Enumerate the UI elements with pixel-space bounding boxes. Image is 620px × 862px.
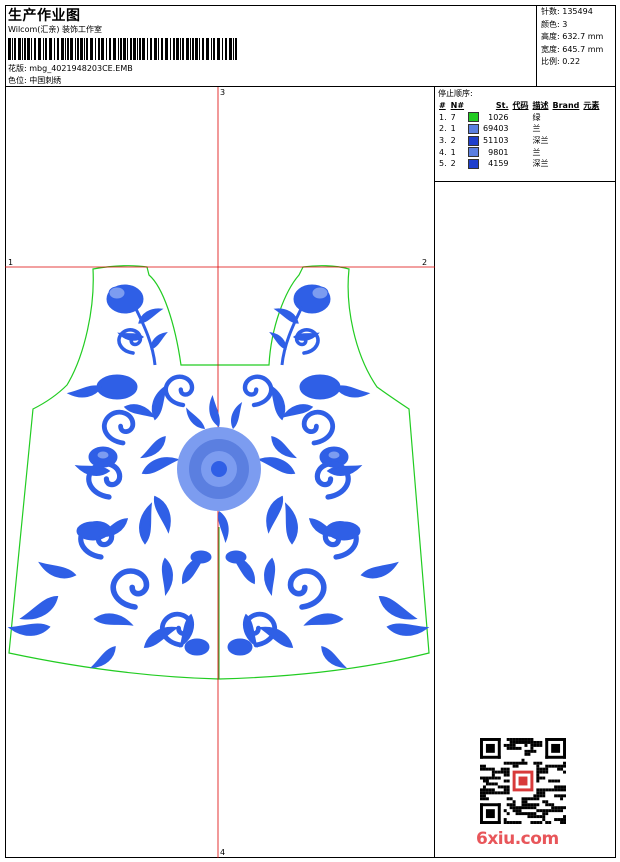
- table-row: 3. 2 51103 深兰: [437, 135, 601, 147]
- col-stitches: St.: [495, 101, 509, 111]
- code: [511, 146, 531, 158]
- axis-label-v-start: 3: [220, 88, 226, 97]
- col-desc: 描述: [532, 101, 549, 111]
- element: [581, 112, 601, 124]
- table-row: 1. 7 1026 绿: [437, 112, 601, 124]
- stop-index: 4.: [439, 147, 447, 157]
- code: [511, 112, 531, 124]
- color-label: 色位:: [8, 76, 27, 85]
- description: 深兰: [532, 136, 549, 146]
- stop-index: 5.: [439, 159, 447, 169]
- axis-label-h-end: 2: [422, 258, 428, 267]
- brand: [551, 146, 582, 158]
- swatch: [466, 135, 481, 147]
- col-element: 元素: [583, 101, 600, 111]
- color-swatch: [468, 147, 480, 158]
- axis-label-v-end: 4: [220, 848, 226, 857]
- design-scale: 比例: 0.22: [541, 57, 581, 66]
- element: [581, 135, 601, 147]
- code: [511, 135, 531, 147]
- col-needle: N#: [450, 101, 465, 111]
- description: 兰: [532, 124, 541, 134]
- stop-sequence-table: # N# St. 代码 描述 Brand 元素 1. 7 1026 绿 2. 1 69403…: [437, 100, 601, 170]
- company-name: Wilcom(汇亲) 装饰工作室: [8, 25, 103, 34]
- description: 深兰: [532, 159, 549, 169]
- design-name-row: 花版: mbg_4021948203CE.EMB: [8, 63, 133, 74]
- element: [581, 158, 601, 170]
- code: [511, 123, 531, 135]
- design-label: 花版:: [8, 64, 27, 73]
- stitch-count: 51103: [483, 136, 509, 146]
- col-swatch: [466, 100, 481, 112]
- color-way-row: 色位: 中国刺绣: [8, 75, 61, 86]
- brand: [551, 135, 582, 147]
- header-info: 生产作业图 Wilcom(汇亲) 装饰工作室 花版: mbg_402194820…: [5, 5, 537, 87]
- col-index: #: [439, 101, 446, 111]
- stop-index: 2.: [439, 124, 447, 134]
- stitch-count: 1026: [488, 112, 509, 122]
- color-count: 颜色: 3: [541, 19, 568, 29]
- swatch: [466, 146, 481, 158]
- stop-index: 3.: [439, 136, 447, 146]
- axis-label-h-start: 1: [8, 258, 14, 267]
- page-title: 生产作业图: [8, 8, 81, 24]
- needle-number: 7: [450, 112, 456, 122]
- qr-code: [480, 738, 566, 824]
- table-header: # N# St. 代码 描述 Brand 元素: [437, 100, 601, 112]
- barcode: [8, 38, 237, 60]
- table-row: 5. 2 4159 深兰: [437, 158, 601, 170]
- table-row: 2. 1 69403 兰: [437, 123, 601, 135]
- table-row: 4. 1 9801 兰: [437, 146, 601, 158]
- color-swatch: [468, 158, 480, 169]
- needle-number: 1: [450, 147, 456, 157]
- swatch: [466, 123, 481, 135]
- code: [511, 158, 531, 170]
- col-brand: Brand: [552, 101, 580, 111]
- design-name: mbg_4021948203CE.EMB: [29, 64, 133, 73]
- brand: [551, 158, 582, 170]
- stop-sequence-panel: 停止顺序: # N# St. 代码 描述 Brand 元素 1. 7 1026 绿 2.…: [435, 87, 616, 182]
- element: [581, 123, 601, 135]
- brand: [551, 123, 582, 135]
- swatch: [466, 112, 481, 124]
- stitch-count: 9801: [488, 147, 509, 157]
- swatch: [466, 158, 481, 170]
- stop-index: 1.: [439, 112, 447, 122]
- watermark-logo: 6xiu.com: [476, 829, 559, 849]
- needle-number: 1: [450, 124, 456, 134]
- color-swatch: [468, 123, 480, 134]
- col-code: 代码: [512, 101, 529, 111]
- description: 兰: [532, 147, 541, 157]
- color-value: 中国刺绣: [29, 76, 62, 85]
- color-swatch: [468, 112, 480, 123]
- needle-number: 2: [450, 136, 456, 146]
- design-width: 宽度: 645.7 mm: [541, 44, 604, 54]
- design-preview: [5, 87, 435, 858]
- stop-sequence-title: 停止顺序:: [438, 89, 473, 98]
- needle-number: 2: [450, 159, 456, 169]
- embroidery-canvas: [5, 87, 435, 858]
- stitch-count: 69403: [483, 124, 509, 134]
- color-swatch: [468, 135, 480, 146]
- design-height: 高度: 632.7 mm: [541, 32, 604, 41]
- stitch-count: 4159: [488, 159, 509, 169]
- stitch-count: 针数: 135494: [541, 7, 593, 16]
- stats-box: 针数: 135494 颜色: 3 高度: 632.7 mm 宽度: 645.7 …: [537, 5, 616, 87]
- description: 绿: [532, 112, 541, 122]
- element: [581, 146, 601, 158]
- brand: [551, 112, 582, 124]
